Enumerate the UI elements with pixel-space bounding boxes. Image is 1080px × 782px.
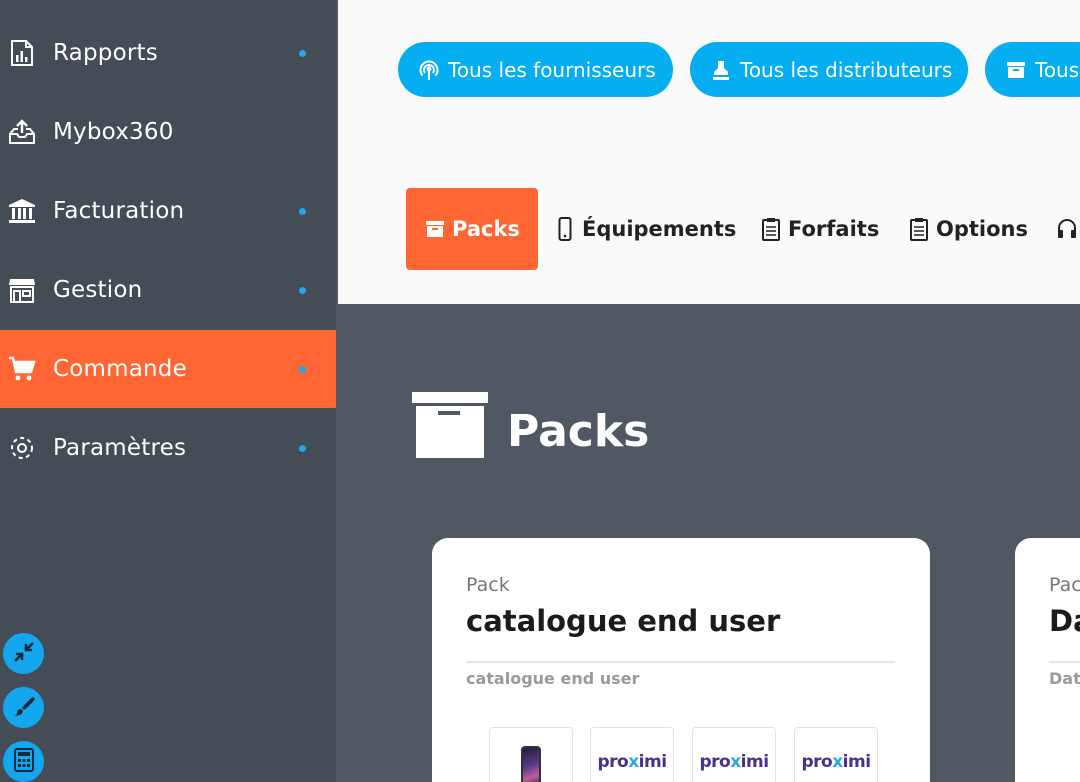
box-icon [412,392,488,458]
headset-icon [1056,217,1078,241]
product-thumbnail-logo[interactable]: proximi [590,727,674,782]
gear-icon [8,434,36,462]
tab-equipements[interactable]: Équipements [554,188,736,270]
pack-card[interactable]: Pac Da Dat [1015,538,1080,782]
sidebar-item-label: Commande [53,356,187,382]
tab-packs[interactable]: Packs [406,188,538,270]
card-kicker: Pac [1049,574,1080,596]
proximi-logo: proximi [801,752,871,772]
store-icon [8,276,36,304]
notification-dot [299,287,306,294]
card-subtitle: catalogue end user [466,669,640,688]
notification-dot [299,445,306,452]
filter-label: Tous [1035,57,1080,82]
card-title: catalogue end user [466,604,781,638]
card-kicker: Pack [466,574,510,596]
paintbrush-icon [12,694,36,722]
tab-options[interactable]: Options [908,188,1028,270]
proximi-logo: proximi [699,752,769,772]
filter-tous-button[interactable]: Tous [985,42,1080,97]
clipboard-icon [908,217,930,241]
pack-card[interactable]: Pack catalogue end user catalogue end us… [432,538,930,782]
notification-dot [299,366,306,373]
collapse-arrows-icon [12,640,36,668]
proximi-logo: proximi [597,752,667,772]
page-title: Packs [412,392,649,458]
stamp-icon [710,59,732,81]
theme-button[interactable] [3,687,44,728]
filter-distributeurs-button[interactable]: Tous les distributeurs [690,42,968,97]
smartphone-image [521,746,541,782]
cart-icon [8,355,36,383]
sidebar-item-label: Gestion [53,277,143,303]
sidebar: Rapports Mybox360 Facturation Gestion Co… [0,0,336,782]
sidebar-item-label: Rapports [53,40,158,66]
broadcast-icon [418,59,440,81]
report-chart-icon [8,39,36,67]
filter-label: Tous les distributeurs [740,57,953,82]
bank-icon [8,197,36,225]
box-icon [1005,59,1027,81]
sidebar-item-gestion[interactable]: Gestion [0,251,336,329]
tab-forfaits[interactable]: Forfaits [760,188,879,270]
sidebar-item-commande[interactable]: Commande [0,330,336,408]
clipboard-icon [760,217,782,241]
filters-panel: Tous les fournisseurs Tous les distribut… [338,0,1080,304]
notification-dot [299,208,306,215]
tab-label: Options [936,217,1028,241]
sidebar-item-facturation[interactable]: Facturation [0,172,336,250]
product-thumbnail-phone[interactable] [489,727,573,782]
sidebar-item-label: Facturation [53,198,185,224]
collapse-sidebar-button[interactable] [3,633,44,674]
sidebar-item-rapports[interactable]: Rapports [0,14,336,92]
page-title-text: Packs [507,406,650,457]
calculator-button[interactable] [3,741,44,782]
tab-label: Équipements [582,217,737,241]
sidebar-item-label: Mybox360 [53,119,174,145]
card-divider [466,661,895,663]
product-thumbnail-logo[interactable]: proximi [794,727,878,782]
tab-label: Packs [452,217,520,241]
mobile-icon [554,217,576,241]
filter-label: Tous les fournisseurs [448,57,656,82]
sidebar-item-mybox360[interactable]: Mybox360 [0,93,336,171]
tab-label: Forfaits [788,217,880,241]
card-subtitle: Dat [1049,669,1080,688]
filter-fournisseurs-button[interactable]: Tous les fournisseurs [398,42,673,97]
upload-tray-icon [8,118,36,146]
sidebar-item-parametres[interactable]: Paramètres [0,409,336,487]
calculator-icon [13,747,35,776]
product-thumbnail-logo[interactable]: proximi [692,727,776,782]
box-icon [424,217,446,241]
card-divider [1049,661,1080,663]
sidebar-item-label: Paramètres [53,435,187,461]
tab-support[interactable] [1056,188,1080,270]
notification-dot [299,50,306,57]
card-title: Da [1049,604,1080,638]
